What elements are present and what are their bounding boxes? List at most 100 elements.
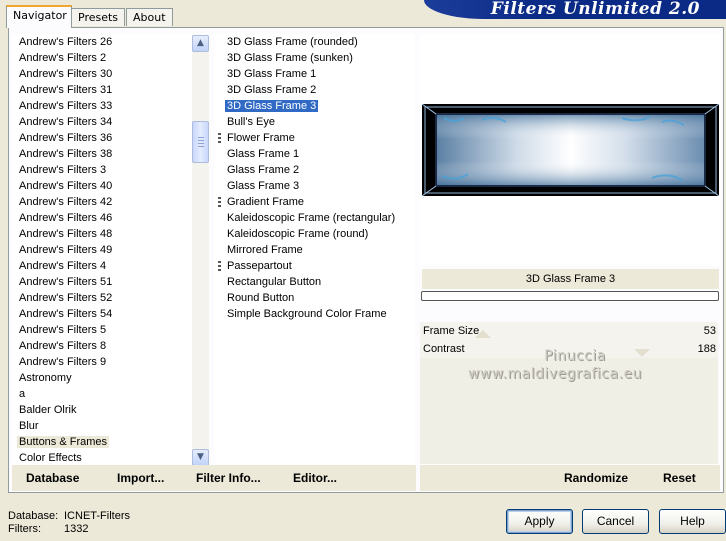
list-item-label: Andrew's Filters 42 [19,196,113,208]
filter-list-item[interactable]: Rectangular Button [225,274,323,290]
filter-list-item[interactable]: Flower Frame [218,130,297,146]
category-list-item[interactable]: Buttons & Frames [17,434,110,450]
list-item-label: Passepartout [227,260,292,272]
list-item-label: Simple Background Color Frame [227,308,387,320]
category-list-item[interactable]: Andrew's Filters 54 [17,306,114,322]
list-item-label: Glass Frame 2 [227,164,300,176]
category-list-item[interactable]: Andrew's Filters 36 [17,130,114,146]
list-item-label: Andrew's Filters 33 [19,100,113,112]
list-item-label: Round Button [227,292,295,304]
help-button[interactable]: Help [659,509,726,534]
reset-link[interactable]: Reset [663,471,696,485]
filter-list[interactable]: 3D Glass Frame (rounded) 3D Glass Frame (… [214,34,415,466]
category-list-item[interactable]: Andrew's Filters 31 [17,82,114,98]
list-item-label: Gradient Frame [227,196,305,208]
right-bottom-bar: Randomize Reset [420,465,720,491]
category-list-item[interactable]: Andrew's Filters 8 [17,338,108,354]
slider-thumb-frame-size[interactable] [475,330,491,338]
category-list-item[interactable]: Andrew's Filters 26 [17,34,114,50]
category-list-item[interactable]: Andrew's Filters 2 [17,50,108,66]
import-link[interactable]: Import... [117,471,164,485]
filter-list-item[interactable]: 3D Glass Frame (sunken) [225,50,355,66]
list-item-label: Andrew's Filters 52 [19,292,113,304]
list-item-label: 3D Glass Frame 2 [227,84,317,96]
watermark-line-2: www.maldivegrafica.eu [467,366,643,382]
tab-navigator[interactable]: Navigator [6,5,72,28]
category-list-item[interactable]: Andrew's Filters 4 [17,258,108,274]
list-item-label: Andrew's Filters 48 [19,228,113,240]
category-list-item[interactable]: Andrew's Filters 5 [17,322,108,338]
filter-list-item[interactable]: 3D Glass Frame 1 [225,66,318,82]
filter-list-item[interactable]: Mirrored Frame [225,242,305,258]
category-list[interactable]: Andrew's Filters 26 Andrew's Filters 2 And… [12,34,192,466]
scroll-up-button[interactable]: ▲ [192,35,209,52]
list-item-label: Andrew's Filters 8 [19,340,107,352]
filter-list-item[interactable]: Kaleidoscopic Frame (round) [225,226,370,242]
category-scrollbar[interactable]: ▲ ▼ [192,35,209,466]
category-list-item[interactable]: Andrew's Filters 40 [17,178,114,194]
database-value: ICNET-Filters [64,510,130,522]
category-list-item[interactable]: Andrew's Filters 38 [17,146,114,162]
list-item-label: Blur [19,420,39,432]
submenu-marker-icon [218,261,221,272]
filter-list-item[interactable]: Gradient Frame [218,194,306,210]
list-item-label: Glass Frame 1 [227,148,300,160]
filter-list-item[interactable]: 3D Glass Frame 3 [225,98,319,114]
list-item-label: Andrew's Filters 51 [19,276,113,288]
category-list-item[interactable]: Andrew's Filters 30 [17,66,114,82]
list-item-label: Kaleidoscopic Frame (rectangular) [227,212,396,224]
filter-list-item[interactable]: Glass Frame 2 [225,162,301,178]
filter-list-item[interactable]: Round Button [225,290,296,306]
filter-list-item[interactable]: Kaleidoscopic Frame (rectangular) [225,210,397,226]
tab-about[interactable]: About [126,8,173,26]
list-item-label: Andrew's Filters 5 [19,324,107,336]
param-value: 53 [703,325,716,337]
editor-link[interactable]: Editor... [293,471,337,485]
filters-value: 1332 [64,523,89,535]
list-item-label: 3D Glass Frame 3 [225,100,319,112]
list-item-label: Andrew's Filters 36 [19,132,113,144]
list-item-label: Astronomy [19,372,72,384]
list-item-label: Andrew's Filters 40 [19,180,113,192]
category-list-item[interactable]: Color Effects [17,450,84,466]
filter-list-item[interactable]: Glass Frame 3 [225,178,301,194]
database-label: Database: [8,510,59,522]
category-list-item[interactable]: Andrew's Filters 49 [17,242,114,258]
category-list-item[interactable]: Andrew's Filters 42 [17,194,114,210]
category-list-item[interactable]: Andrew's Filters 48 [17,226,114,242]
filter-list-item[interactable]: Bull's Eye [225,114,277,130]
cancel-button[interactable]: Cancel [582,509,649,534]
filter-info-link[interactable]: Filter Info... [196,471,261,485]
list-item-label: Andrew's Filters 3 [19,164,107,176]
category-list-item[interactable]: Astronomy [17,370,74,386]
category-list-item[interactable]: Andrew's Filters 52 [17,290,114,306]
scroll-thumb[interactable] [192,121,209,163]
filters-label: Filters: [8,523,41,535]
list-item-label: Glass Frame 3 [227,180,300,192]
category-list-item[interactable]: Blur [17,418,41,434]
category-list-item[interactable]: a [17,386,27,402]
filter-list-item[interactable]: 3D Glass Frame (rounded) [225,34,360,50]
randomize-link[interactable]: Randomize [564,471,628,485]
category-list-item[interactable]: Andrew's Filters 3 [17,162,108,178]
list-item-label: Andrew's Filters 9 [19,356,107,368]
preview-image [422,104,719,196]
tab-presets[interactable]: Presets [71,8,126,26]
left-bottom-bar: Database Import... Filter Info... Editor… [12,465,416,491]
category-list-item[interactable]: Andrew's Filters 34 [17,114,114,130]
category-list-item[interactable]: Andrew's Filters 46 [17,210,114,226]
list-item-label: Andrew's Filters 30 [19,68,113,80]
list-item-label: Andrew's Filters 31 [19,84,113,96]
database-link[interactable]: Database [26,471,79,485]
category-list-item[interactable]: Andrew's Filters 9 [17,354,108,370]
category-list-item[interactable]: Andrew's Filters 51 [17,274,114,290]
filter-list-item[interactable]: Glass Frame 1 [225,146,301,162]
category-list-item[interactable]: Andrew's Filters 33 [17,98,114,114]
category-list-item[interactable]: Balder Olrik [17,402,78,418]
filter-list-item[interactable]: Passepartout [218,258,294,274]
param-row-frame-size[interactable]: Frame Size 53 [420,322,718,341]
filter-list-item[interactable]: Simple Background Color Frame [225,306,389,322]
filter-list-item[interactable]: 3D Glass Frame 2 [225,82,318,98]
scroll-down-button[interactable]: ▼ [192,449,209,466]
apply-button[interactable]: Apply [506,509,573,534]
